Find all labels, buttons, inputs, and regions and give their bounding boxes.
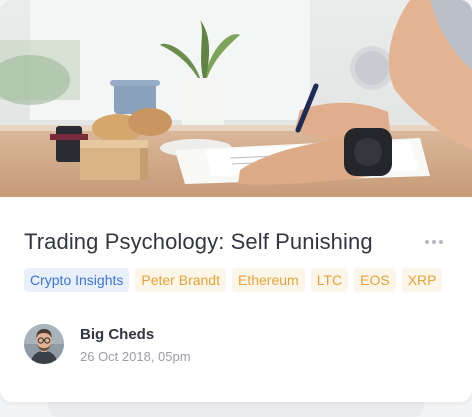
author-info: Big Cheds 26 Oct 2018, 05pm	[80, 325, 191, 364]
tag-ltc[interactable]: LTC	[310, 268, 349, 292]
tag-crypto-insights[interactable]: Crypto Insights	[24, 268, 130, 292]
author-name[interactable]: Big Cheds	[80, 325, 191, 345]
author-block: Big Cheds 26 Oct 2018, 05pm	[24, 324, 448, 364]
tag-xrp[interactable]: XRP	[401, 268, 443, 292]
tag-eos[interactable]: EOS	[354, 268, 396, 292]
tag-list: Crypto Insights Peter Brandt Ethereum LT…	[24, 268, 448, 292]
tag-peter-brandt[interactable]: Peter Brandt	[135, 268, 226, 292]
more-horizontal-icon[interactable]	[422, 234, 446, 250]
post-cover-image[interactable]	[0, 0, 472, 197]
post-title[interactable]: Trading Psychology: Self Punishing	[24, 229, 373, 255]
post-header: Trading Psychology: Self Punishing	[24, 226, 448, 258]
post-content: Trading Psychology: Self Punishing Crypt…	[24, 226, 448, 364]
more-dot	[432, 240, 436, 244]
more-dot	[425, 240, 429, 244]
more-dot	[439, 240, 443, 244]
tag-ethereum[interactable]: Ethereum	[231, 268, 305, 292]
post-card[interactable]: Trading Psychology: Self Punishing Crypt…	[0, 0, 472, 402]
avatar[interactable]	[24, 324, 64, 364]
post-date: 26 Oct 2018, 05pm	[80, 348, 191, 364]
